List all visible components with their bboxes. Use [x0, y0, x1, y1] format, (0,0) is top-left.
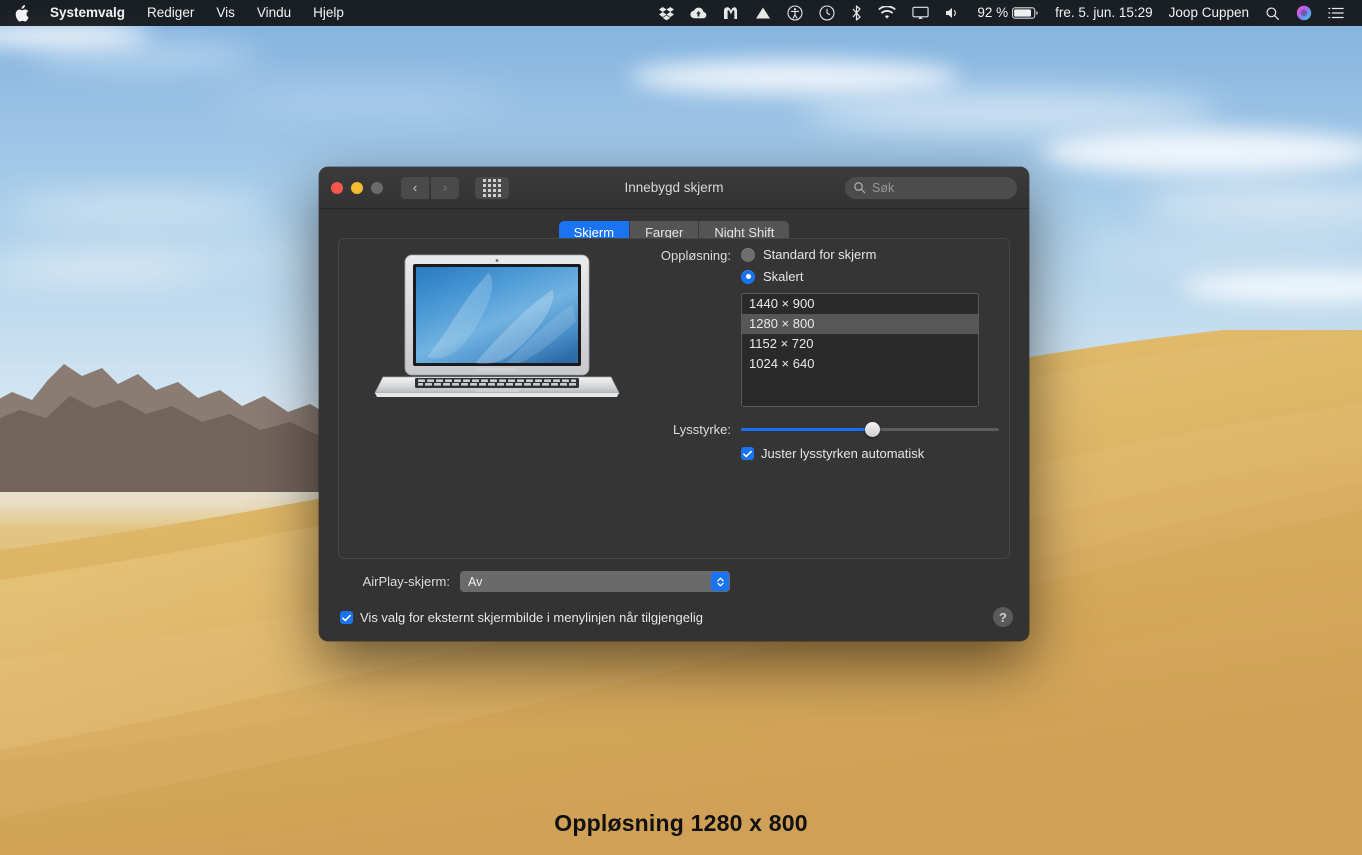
radio-standard-for-display[interactable]: Standard for skjerm — [741, 247, 876, 262]
bluetooth-icon[interactable] — [843, 5, 870, 21]
traffic-lights — [331, 181, 383, 194]
wifi-icon[interactable] — [870, 6, 904, 20]
siri-icon[interactable] — [1288, 5, 1320, 21]
airplay-select[interactable]: Av — [460, 571, 730, 592]
auto-brightness-checkbox[interactable]: Juster lysstyrken automatisk — [741, 446, 999, 461]
mirroring-menu-checkbox[interactable]: Vis valg for eksternt skjermbilde i meny… — [340, 610, 703, 625]
back-button[interactable]: ‹ — [401, 176, 429, 199]
notification-center-icon[interactable] — [1320, 6, 1352, 20]
radio-unselected-icon — [741, 247, 755, 262]
volume-icon[interactable] — [937, 6, 969, 20]
resolution-label: Oppløsning: — [660, 248, 731, 263]
menu-item-rediger[interactable]: Rediger — [136, 0, 205, 26]
m-app-icon[interactable] — [715, 6, 747, 21]
resolution-section: Oppløsning: Standard for skjerm Skalert … — [639, 247, 999, 461]
chevron-updown-icon[interactable] — [711, 572, 729, 591]
radio-scaled-label: Skalert — [763, 269, 804, 284]
minimize-button[interactable] — [351, 181, 363, 194]
brightness-row: Lysstyrke: — [639, 421, 999, 437]
menu-bar-clock[interactable]: fre. 5. jun. 15:29 — [1047, 0, 1161, 26]
menu-item-vindu[interactable]: Vindu — [246, 0, 302, 26]
show-all-button[interactable] — [475, 176, 509, 199]
time-machine-icon[interactable] — [811, 5, 843, 21]
mirroring-menu-label: Vis valg for eksternt skjermbilde i meny… — [360, 610, 703, 625]
menu-bar: Systemvalg Rediger Vis Vindu Hjelp 92 % … — [0, 0, 1362, 26]
resolution-row: Oppløsning: Standard for skjerm Skalert — [639, 247, 999, 291]
menu-bar-status-area: 92 % fre. 5. jun. 15:29 Joop Cuppen — [651, 0, 1362, 26]
window-titlebar[interactable]: ‹ › Innebygd skjerm — [319, 167, 1029, 209]
cloud-upload-icon[interactable] — [682, 6, 715, 21]
brightness-slider[interactable] — [741, 421, 999, 437]
battery-percentage[interactable]: 92 % — [969, 0, 1012, 26]
airplay-label: AirPlay-skjerm: — [362, 574, 450, 589]
radio-scaled[interactable]: Skalert — [741, 269, 876, 284]
navigation-buttons: ‹ › — [401, 176, 459, 199]
slider-fill — [741, 427, 873, 431]
cloud — [630, 60, 960, 94]
cloud — [210, 88, 510, 110]
menu-item-systemvalg[interactable]: Systemvalg — [39, 0, 136, 26]
airplay-display-icon[interactable] — [904, 6, 937, 20]
grid-icon — [483, 178, 501, 197]
cloud — [10, 196, 270, 218]
resolution-list[interactable]: 1440 × 900 1280 × 800 1152 × 720 1024 × … — [741, 293, 979, 407]
cloud — [1180, 272, 1362, 302]
overlay-caption: Oppløsning 1280 x 800 — [554, 810, 808, 836]
help-button[interactable]: ? — [993, 607, 1013, 627]
brightness-label: Lysstyrke: — [672, 422, 731, 437]
menu-item-hjelp[interactable]: Hjelp — [302, 0, 355, 26]
radio-standard-label: Standard for skjerm — [763, 247, 877, 262]
display-settings-panel: Oppløsning: Standard for skjerm Skalert … — [338, 238, 1010, 559]
cloud — [30, 46, 260, 66]
radio-selected-icon — [741, 269, 755, 284]
cloud — [1040, 130, 1362, 174]
accessibility-icon[interactable] — [779, 5, 811, 21]
cloud — [0, 262, 210, 280]
close-button[interactable] — [331, 181, 343, 194]
zoom-button — [371, 181, 383, 194]
cloud — [1080, 236, 1362, 266]
spotlight-search-icon[interactable] — [1257, 6, 1288, 21]
checkbox-checked-icon — [741, 447, 754, 460]
auto-brightness-label: Juster lysstyrken automatisk — [761, 446, 925, 461]
resolution-option[interactable]: 1440 × 900 — [742, 294, 978, 314]
checkbox-checked-icon — [340, 611, 353, 624]
resolution-radio-group: Standard for skjerm Skalert — [741, 247, 876, 291]
search-icon — [854, 182, 866, 194]
battery-icon[interactable] — [1012, 6, 1047, 20]
resolution-option-selected[interactable]: 1280 × 800 — [742, 314, 978, 334]
resolution-option[interactable]: 1152 × 720 — [742, 334, 978, 354]
dropbox-icon[interactable] — [651, 6, 682, 21]
triangle-vpn-icon[interactable] — [747, 6, 779, 20]
slider-knob[interactable] — [865, 421, 881, 437]
resolution-option[interactable]: 1024 × 640 — [742, 354, 978, 374]
airplay-row: AirPlay-skjerm: Av — [338, 571, 1010, 592]
apple-logo-icon[interactable] — [14, 4, 39, 22]
cloud — [800, 92, 1220, 132]
menu-item-vis[interactable]: Vis — [205, 0, 246, 26]
forward-button: › — [431, 176, 459, 199]
airplay-selected-value: Av — [468, 574, 483, 589]
search-field[interactable] — [845, 176, 1017, 199]
menu-bar-user[interactable]: Joop Cuppen — [1161, 0, 1257, 26]
menu-bar-left: Systemvalg Rediger Vis Vindu Hjelp — [0, 0, 355, 26]
search-input[interactable] — [872, 180, 1002, 195]
cloud — [1140, 186, 1362, 222]
macbook-air-illustration — [367, 247, 627, 417]
system-preferences-window[interactable]: ‹ › Innebygd skjerm Skjerm Farger Night … — [319, 167, 1029, 641]
